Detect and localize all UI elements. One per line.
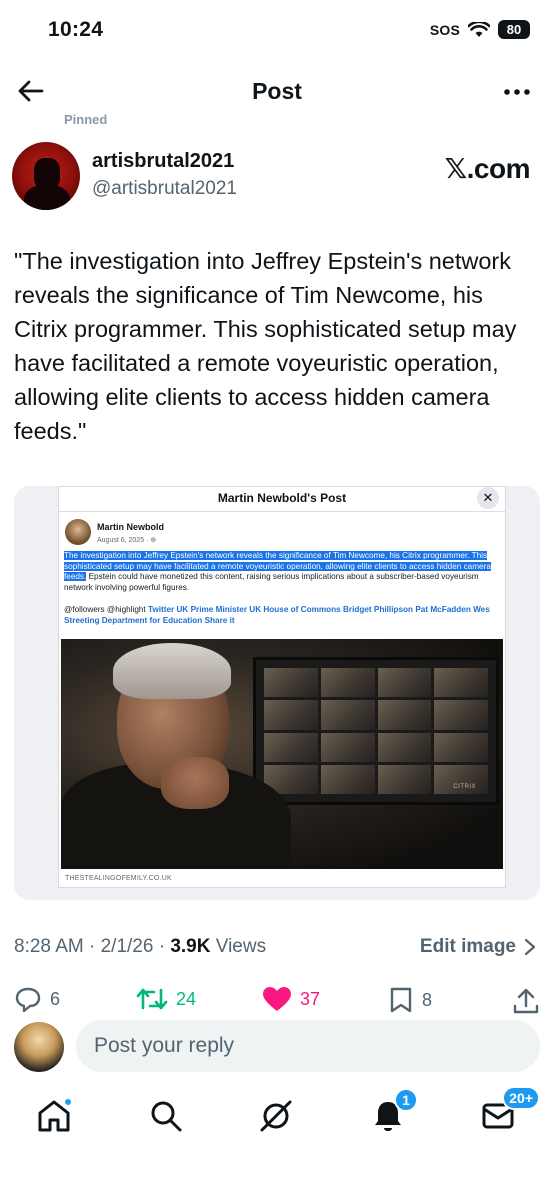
search-icon xyxy=(151,1101,182,1132)
status-indicators: SOS 80 xyxy=(430,20,530,39)
post-text: "The investigation into Jeffrey Epstein'… xyxy=(14,248,517,444)
embed-photo: CITRIX xyxy=(61,639,503,869)
notifications-badge: 1 xyxy=(394,1088,418,1112)
like-count: 37 xyxy=(300,988,321,1009)
wifi-icon xyxy=(468,21,490,37)
reply-button[interactable]: 6 xyxy=(14,986,60,1012)
divider xyxy=(59,511,505,512)
author-handle[interactable]: @artisbrutal2021 xyxy=(92,178,237,200)
author-row: artisbrutal2021 @artisbrutal2021 𝕏.com xyxy=(12,140,542,212)
share-button[interactable] xyxy=(512,986,540,1014)
reply-count: 6 xyxy=(50,988,61,1009)
embed-close-icon: ✕ xyxy=(477,487,499,509)
post-image[interactable]: Martin Newbold's Post ✕ Martin Newbold A… xyxy=(14,486,540,900)
repost-count: 24 xyxy=(176,988,197,1009)
reply-input[interactable]: Post your reply xyxy=(76,1020,540,1072)
author-avatar[interactable] xyxy=(12,142,80,210)
post-actions: 6 24 37 8 xyxy=(0,984,554,1016)
nav-search[interactable] xyxy=(146,1096,186,1136)
heart-icon xyxy=(263,987,291,1011)
grok-icon xyxy=(260,1100,292,1132)
nav-notifications[interactable]: 1 xyxy=(368,1088,418,1136)
status-time: 10:24 xyxy=(48,18,104,41)
xcom-badge: 𝕏.com xyxy=(444,153,531,184)
author-name[interactable]: artisbrutal2021 xyxy=(92,150,234,173)
edit-image-button[interactable]: Edit image xyxy=(420,936,536,958)
more-options-button[interactable] xyxy=(502,82,532,102)
embedded-facebook-post: Martin Newbold's Post ✕ Martin Newbold A… xyxy=(58,486,506,888)
embed-title: Martin Newbold's Post xyxy=(217,491,347,505)
share-icon xyxy=(513,988,539,1014)
views-label: Views xyxy=(210,936,267,957)
repost-button[interactable]: 24 xyxy=(136,986,196,1012)
status-bar: 10:24 SOS 80 xyxy=(0,0,554,60)
embed-footer: THESTEALINGOFEMILY.CO.UK xyxy=(65,875,172,882)
bottom-nav: 1 20+ xyxy=(0,1086,554,1150)
man-hair xyxy=(113,643,231,699)
reply-icon xyxy=(15,987,41,1012)
embed-tags: @followers @highlight Twitter UK Prime M… xyxy=(64,605,500,627)
monitor-illustration: CITRIX xyxy=(253,657,499,805)
bookmark-button[interactable]: 8 xyxy=(388,986,432,1014)
repost-icon xyxy=(136,988,168,1010)
sos-indicator: SOS xyxy=(429,21,460,38)
embed-date: August 6, 2025 · ⊕ xyxy=(97,537,157,544)
embed-body: The investigation into Jeffrey Epstein's… xyxy=(64,551,500,593)
post-meta: 8:28 AM · 2/1/26 · 3.9K Views xyxy=(14,936,267,957)
embed-rest-text: Epstein could have monetized this conten… xyxy=(64,572,479,592)
more-icon xyxy=(504,89,530,95)
man-hand xyxy=(161,757,229,809)
bookmark-icon xyxy=(390,987,412,1013)
chevron-right-icon xyxy=(524,938,536,956)
bookmark-count: 8 xyxy=(422,989,433,1010)
monitor-brand: CITRIX xyxy=(453,784,476,790)
like-button[interactable]: 37 xyxy=(262,986,320,1012)
post-date: 2/1/26 xyxy=(100,936,154,957)
reply-bar: Post your reply xyxy=(0,1018,554,1074)
nav-home[interactable] xyxy=(34,1096,74,1136)
edit-image-label: Edit image xyxy=(419,936,516,957)
nav-messages[interactable]: 20+ xyxy=(478,1086,540,1136)
page-title: Post xyxy=(252,78,302,104)
home-unread-dot xyxy=(64,1098,72,1106)
embed-author-avatar xyxy=(65,519,91,545)
views-count: 3.9K xyxy=(170,936,211,957)
battery-indicator: 80 xyxy=(498,20,530,39)
post-time: 8:28 AM xyxy=(14,936,84,957)
embed-tags-prefix: @followers @highlight xyxy=(64,605,148,614)
pinned-label: Pinned xyxy=(64,112,108,126)
embed-author-name: Martin Newbold xyxy=(97,522,164,532)
user-avatar[interactable] xyxy=(14,1022,64,1072)
nav-grok[interactable] xyxy=(256,1096,296,1136)
messages-badge: 20+ xyxy=(502,1086,540,1110)
